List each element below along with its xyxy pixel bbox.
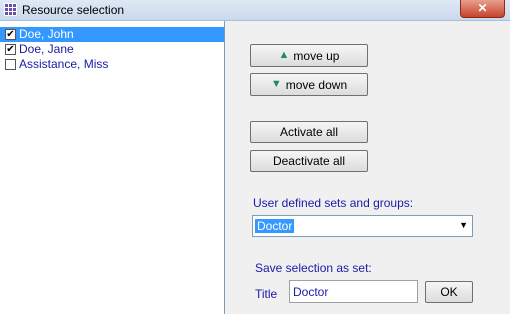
- resource-checkbox[interactable]: ✔: [5, 44, 16, 55]
- resource-row[interactable]: ✔ Doe, Jane: [0, 42, 224, 57]
- resource-checkbox[interactable]: ✔: [5, 29, 16, 40]
- close-button[interactable]: ✕: [460, 0, 505, 18]
- resource-label: Doe, Jane: [19, 42, 74, 56]
- activate-all-button[interactable]: Activate all: [250, 121, 368, 143]
- resource-row[interactable]: ✔ Doe, John: [0, 27, 224, 42]
- move-up-label: move up: [293, 48, 340, 63]
- move-down-button[interactable]: ▼ move down: [250, 73, 368, 96]
- deactivate-all-button[interactable]: Deactivate all: [250, 150, 368, 172]
- sets-dropdown[interactable]: Doctor ▼: [252, 215, 473, 237]
- window-title: Resource selection: [22, 3, 125, 17]
- resource-label: Assistance, Miss: [19, 57, 109, 71]
- title-label: Title: [255, 287, 278, 301]
- arrow-up-icon: ▲: [278, 49, 290, 61]
- arrow-down-icon: ▼: [270, 78, 282, 90]
- app-icon: [4, 3, 17, 16]
- resource-checkbox[interactable]: [5, 59, 16, 70]
- resource-label: Doe, John: [19, 27, 74, 41]
- resource-row[interactable]: Assistance, Miss: [0, 57, 224, 72]
- save-heading: Save selection as set:: [255, 261, 372, 275]
- close-icon: ✕: [477, 1, 488, 15]
- sets-label: User defined sets and groups:: [253, 196, 414, 210]
- ok-button[interactable]: OK: [425, 281, 473, 303]
- move-up-button[interactable]: ▲ move up: [250, 44, 368, 67]
- title-input[interactable]: [289, 280, 418, 303]
- title-bar: Resource selection ✕: [0, 0, 510, 21]
- sets-selected-value: Doctor: [255, 219, 295, 233]
- resource-list[interactable]: ✔ Doe, John ✔ Doe, Jane Assistance, Miss: [0, 21, 225, 314]
- chevron-down-icon[interactable]: ▼: [459, 220, 468, 230]
- move-down-label: move down: [285, 77, 348, 92]
